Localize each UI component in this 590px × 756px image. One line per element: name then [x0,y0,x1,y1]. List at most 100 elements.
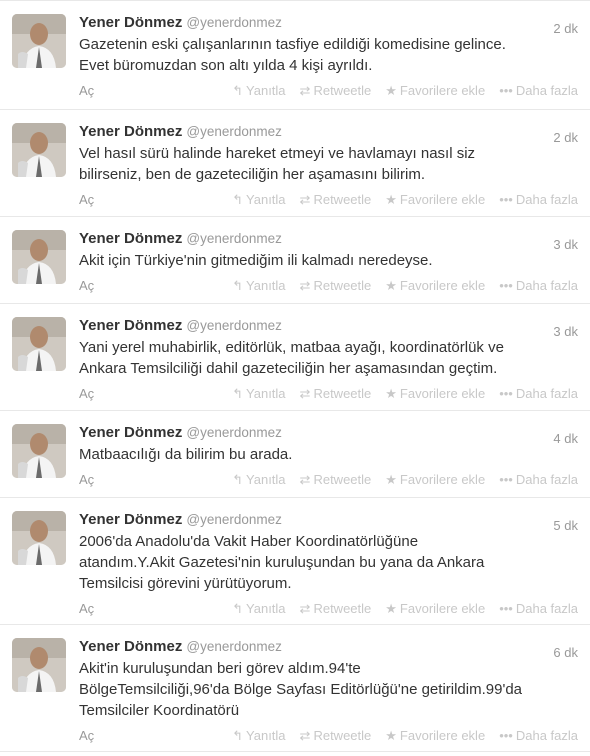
favorite-label: Favorilere ekle [399,192,486,207]
retweet-button[interactable]: ⇄ Retweetle [300,83,372,98]
reply-button[interactable]: ↰ Yanıtla [232,83,285,98]
reply-label: Yanıtla [246,278,286,293]
more-button[interactable]: ••• Daha fazla [499,472,578,487]
favorite-label: Favorilere ekle [399,386,486,401]
more-button[interactable]: ••• Daha fazla [499,192,578,207]
tweet[interactable]: Yener Dönmez @yenerdonmez 6 dk Akit'in ku… [0,625,590,752]
favorite-button[interactable]: ★ Favorilere ekle [385,472,485,487]
favorite-button[interactable]: ★ Favorilere ekle [385,601,485,616]
favorite-label: Favorilere ekle [399,278,486,293]
favorite-button[interactable]: ★ Favorilere ekle [385,386,485,401]
open-link[interactable]: Aç [79,382,94,406]
author-handle[interactable]: @yenerdonmez [186,318,282,333]
tweet-footer: Aç ↰ Yanıtla ⇄ Retweetle ★ Favorilere ekle •••… [79,77,578,111]
author-name[interactable]: Yener Dönmez [79,230,182,247]
author-name[interactable]: Yener Dönmez [79,317,182,334]
avatar[interactable] [12,317,66,371]
tweet[interactable]: Yener Dönmez @yenerdonmez 2 dk Vel hasıl … [0,110,590,217]
favorite-button[interactable]: ★ Favorilere ekle [385,728,485,743]
tweet-text: Akit'in kuruluşundan beri görev aldım.94… [79,658,569,721]
tweet-time[interactable]: 6 dk [553,645,578,660]
ellipsis-icon: ••• [499,472,513,487]
favorite-button[interactable]: ★ Favorilere ekle [385,192,485,207]
retweet-button[interactable]: ⇄ Retweetle [300,278,372,293]
tweet[interactable]: Yener Dönmez @yenerdonmez 2 dk Gazetenin … [0,1,590,110]
tweet[interactable]: Yener Dönmez @yenerdonmez 3 dk Yani yerel… [0,304,590,411]
author-handle[interactable]: @yenerdonmez [186,124,282,139]
favorite-button[interactable]: ★ Favorilere ekle [385,83,485,98]
reply-button[interactable]: ↰ Yanıtla [232,601,285,616]
more-button[interactable]: ••• Daha fazla [499,278,578,293]
retweet-button[interactable]: ⇄ Retweetle [300,728,372,743]
avatar[interactable] [12,14,66,68]
tweet[interactable]: Yener Dönmez @yenerdonmez 4 dk Matbaacılı… [0,411,590,498]
tweet-time[interactable]: 2 dk [553,130,578,145]
tweet[interactable]: Yener Dönmez @yenerdonmez 5 dk 2006'da An… [0,498,590,625]
tweet[interactable]: Yener Dönmez @yenerdonmez 3 dk Akit için … [0,217,590,304]
tweet-text-line: Temsilcisi görevini yürütüyorum. [79,575,292,592]
avatar[interactable] [12,424,66,478]
open-link[interactable]: Aç [79,468,94,492]
open-link[interactable]: Aç [79,724,94,748]
more-label: Daha fazla [515,278,578,293]
retweet-button[interactable]: ⇄ Retweetle [300,472,372,487]
author-name[interactable]: Yener Dönmez [79,424,182,441]
favorite-button[interactable]: ★ Favorilere ekle [385,278,485,293]
author-name[interactable]: Yener Dönmez [79,14,182,31]
tweet-text: Matbaacılığı da bilirim bu arada. [79,444,569,465]
open-link[interactable]: Aç [79,597,94,621]
tweet-text-line: Akit'in kuruluşundan beri görev aldım.94… [79,660,361,677]
favorite-label: Favorilere ekle [399,601,486,616]
author-handle[interactable]: @yenerdonmez [186,639,282,654]
retweet-label: Retweetle [313,192,372,207]
tweet-text-line: 2006'da Anadolu'da Vakit Haber Koordinat… [79,533,419,550]
retweet-button[interactable]: ⇄ Retweetle [300,192,372,207]
tweet-time[interactable]: 4 dk [553,431,578,446]
avatar[interactable] [12,123,66,177]
author-handle[interactable]: @yenerdonmez [186,425,282,440]
avatar[interactable] [12,511,66,565]
retweet-button[interactable]: ⇄ Retweetle [300,601,372,616]
more-button[interactable]: ••• Daha fazla [499,728,578,743]
reply-label: Yanıtla [246,472,286,487]
favorite-label: Favorilere ekle [399,728,486,743]
author-handle[interactable]: @yenerdonmez [186,15,282,30]
more-button[interactable]: ••• Daha fazla [499,83,578,98]
author-name[interactable]: Yener Dönmez [79,123,182,140]
more-button[interactable]: ••• Daha fazla [499,601,578,616]
tweet-actions: ↰ Yanıtla ⇄ Retweetle ★ Favorilere ekle ••• Dah… [218,274,578,298]
avatar[interactable] [12,638,66,692]
tweet-stream: Yener Dönmez @yenerdonmez 2 dk Gazetenin … [0,0,590,752]
reply-button[interactable]: ↰ Yanıtla [232,728,285,743]
reply-arrow-icon: ↰ [232,83,244,98]
author-handle[interactable]: @yenerdonmez [186,231,282,246]
reply-arrow-icon: ↰ [232,601,244,616]
tweet-footer: Aç ↰ Yanıtla ⇄ Retweetle ★ Favorilere ekle •••… [79,722,578,756]
tweet-time[interactable]: 5 dk [553,518,578,533]
open-link[interactable]: Aç [79,274,94,298]
open-link[interactable]: Aç [79,188,94,212]
avatar[interactable] [12,230,66,284]
tweet-actions: ↰ Yanıtla ⇄ Retweetle ★ Favorilere ekle ••• Dah… [218,597,578,621]
reply-button[interactable]: ↰ Yanıtla [232,386,285,401]
retweet-label: Retweetle [313,278,372,293]
star-icon: ★ [385,601,397,616]
retweet-arrows-icon: ⇄ [299,83,311,98]
reply-arrow-icon: ↰ [232,386,244,401]
tweet-footer: Aç ↰ Yanıtla ⇄ Retweetle ★ Favorilere ekle •••… [79,186,578,220]
reply-label: Yanıtla [246,192,286,207]
author-handle[interactable]: @yenerdonmez [186,512,282,527]
retweet-button[interactable]: ⇄ Retweetle [300,386,372,401]
author-name[interactable]: Yener Dönmez [79,511,182,528]
more-button[interactable]: ••• Daha fazla [499,386,578,401]
reply-button[interactable]: ↰ Yanıtla [232,278,285,293]
tweet-time[interactable]: 3 dk [553,237,578,252]
tweet-time[interactable]: 2 dk [553,21,578,36]
author-name[interactable]: Yener Dönmez [79,638,182,655]
reply-button[interactable]: ↰ Yanıtla [232,472,285,487]
ellipsis-icon: ••• [499,278,513,293]
tweet-time[interactable]: 3 dk [553,324,578,339]
ellipsis-icon: ••• [499,192,513,207]
reply-button[interactable]: ↰ Yanıtla [232,192,285,207]
open-link[interactable]: Aç [79,79,94,103]
